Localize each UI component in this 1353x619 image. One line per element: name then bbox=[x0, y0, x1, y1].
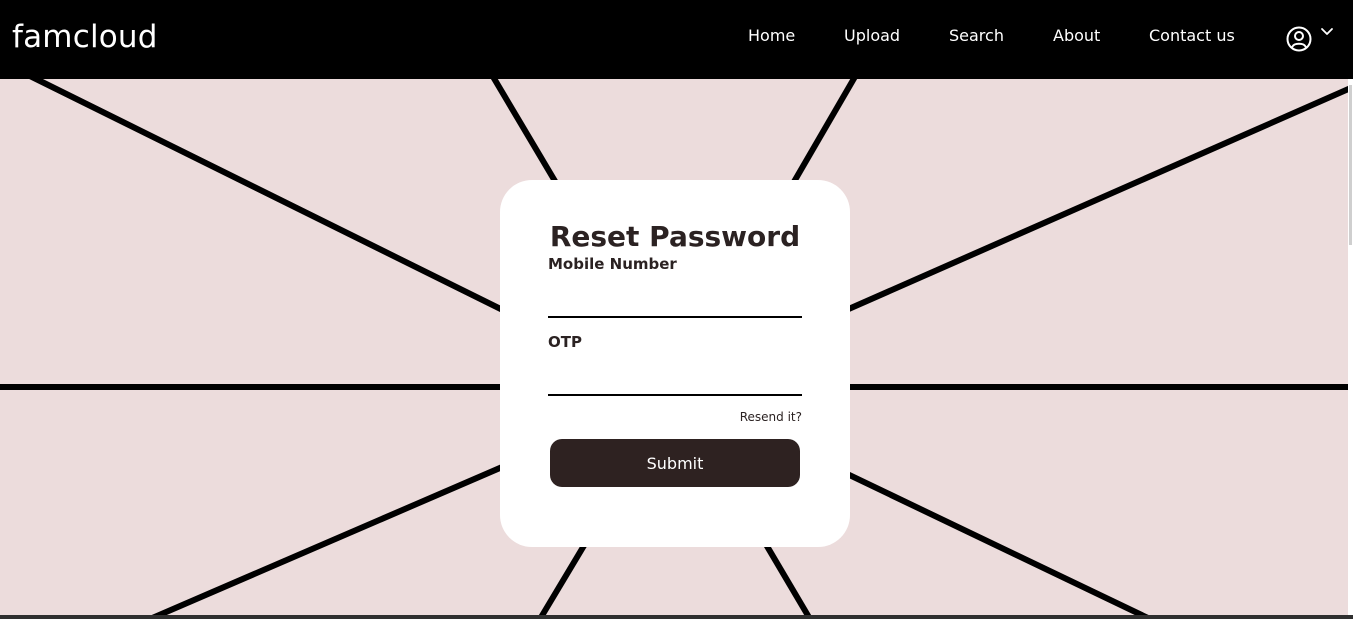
user-circle-icon bbox=[1286, 26, 1312, 52]
profile-dropdown[interactable] bbox=[1286, 25, 1338, 53]
nav-upload-link[interactable]: Upload bbox=[844, 25, 900, 47]
nav-home-link[interactable]: Home bbox=[748, 25, 795, 47]
reset-password-card: Reset Password Mobile Number OTP Resend … bbox=[500, 180, 850, 547]
chevron-down-icon bbox=[1321, 28, 1333, 35]
nav-search-link[interactable]: Search bbox=[949, 25, 1004, 47]
bottom-window-edge bbox=[0, 615, 1353, 619]
otp-label: OTP bbox=[548, 333, 582, 351]
otp-input[interactable] bbox=[548, 366, 802, 396]
reset-password-title: Reset Password bbox=[549, 219, 801, 253]
brand-logo[interactable]: famcloud bbox=[12, 17, 158, 57]
mobile-number-label: Mobile Number bbox=[548, 255, 677, 273]
mobile-number-input[interactable] bbox=[548, 288, 802, 318]
vertical-scrollbar-thumb[interactable] bbox=[1349, 85, 1352, 245]
resend-otp-link[interactable]: Resend it? bbox=[740, 409, 802, 425]
reset-password-page: famcloud Home Upload Search About Contac… bbox=[0, 0, 1353, 619]
nav-about-link[interactable]: About bbox=[1053, 25, 1100, 47]
submit-button[interactable]: Submit bbox=[550, 439, 800, 487]
top-navigation: famcloud Home Upload Search About Contac… bbox=[0, 0, 1353, 79]
nav-contact-link[interactable]: Contact us bbox=[1149, 25, 1235, 47]
